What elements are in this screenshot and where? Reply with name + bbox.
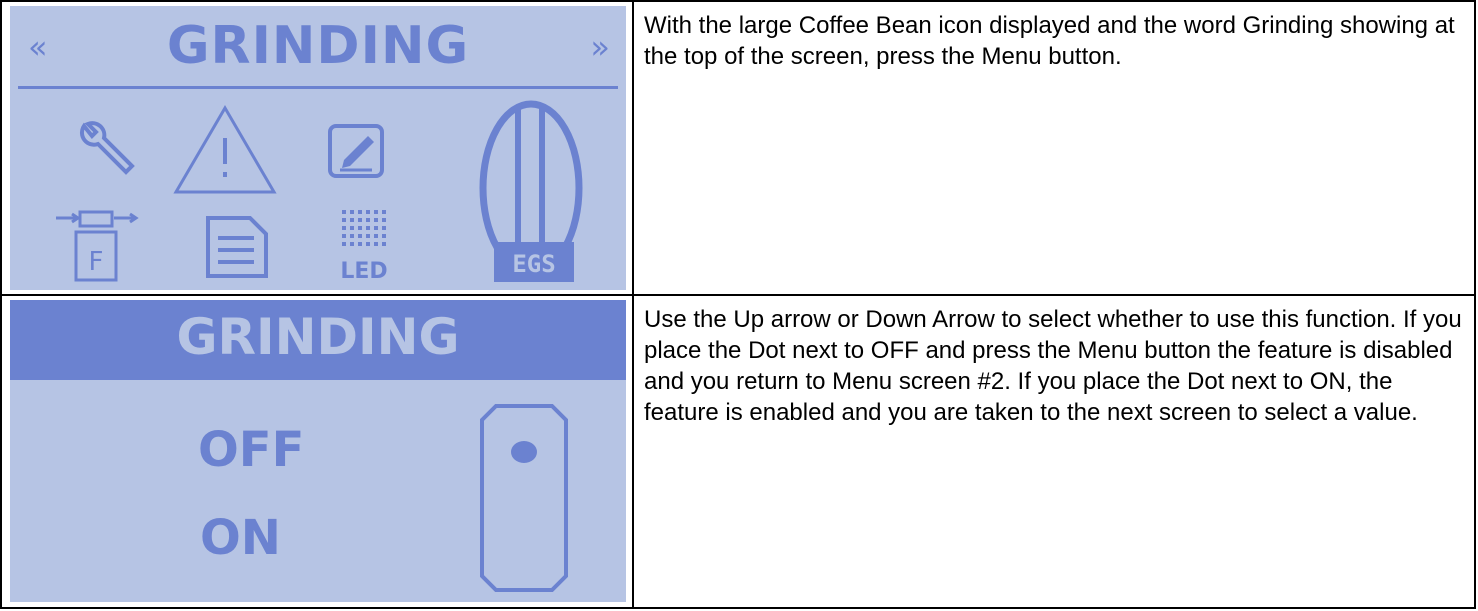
edit-icon [320,118,390,184]
led-icon: LED [330,206,400,286]
screen-title: GRINDING [166,16,470,76]
filter-icon: F [52,206,142,286]
option-on: ON [200,510,281,566]
svg-text:EGS: EGS [512,250,555,278]
screen-title: GRINDING [176,308,460,366]
instruction-text: Use the Up arrow or Down Arrow to select… [644,306,1462,426]
selection-dot-icon [511,441,537,463]
wrench-icon [70,114,140,184]
instruction-text: With the large Coffee Bean icon displaye… [644,12,1455,70]
instruction-table: « GRINDING » F LED EGS With the large Co… [0,0,1476,609]
egs-icon: EGS [494,242,574,282]
lcd-screenshot-menu: « GRINDING » F LED EGS [10,6,626,290]
toggle-selector-icon [474,400,574,596]
table-row: « GRINDING » F LED EGS With the large Co… [2,2,1474,296]
nav-right-icon: » [590,28,610,66]
option-off: OFF [198,422,305,478]
title-divider [18,86,618,89]
svg-text:LED: LED [340,259,387,284]
lcd-screenshot-toggle: GRINDING OFF ON [10,300,626,602]
table-row: GRINDING OFF ON Use the Up arrow or Down… [2,296,1474,609]
warning-icon [170,102,280,198]
document-icon [202,214,272,280]
svg-text:F: F [89,247,104,277]
